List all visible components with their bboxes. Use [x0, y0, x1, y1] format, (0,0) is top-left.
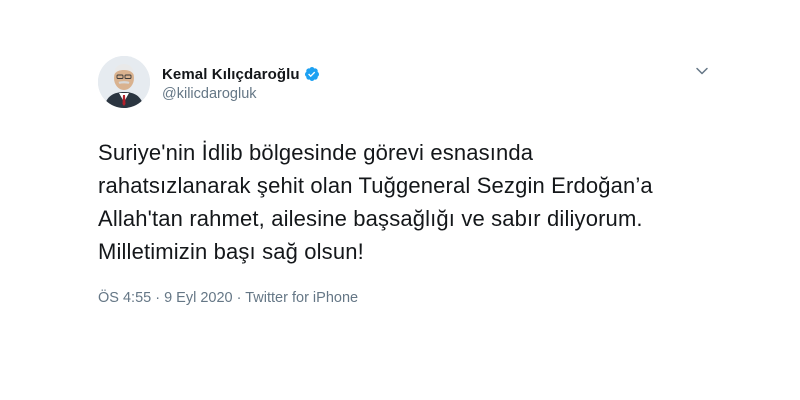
tweet-page: Kemal Kılıçdaroğlu @kilicdarogluk Suriye…	[0, 0, 800, 400]
tweet-text: Suriye'nin İdlib bölgesinde görevi esnas…	[98, 136, 723, 268]
meta-separator: ·	[151, 290, 165, 306]
tweet-time-link[interactable]: ÖS 4:55	[98, 290, 151, 306]
tweet-text-line: Milletimizin başı sağ olsun!	[98, 239, 364, 264]
tweet-card: Kemal Kılıçdaroğlu @kilicdarogluk Suriye…	[98, 56, 723, 306]
verified-badge-icon	[304, 66, 320, 82]
tweet-text-line: rahatsızlanarak şehit olan Tuğgeneral Se…	[98, 173, 653, 198]
meta-separator: ·	[232, 290, 246, 306]
tweet-header: Kemal Kılıçdaroğlu @kilicdarogluk	[98, 56, 723, 118]
display-name[interactable]: Kemal Kılıçdaroğlu	[162, 66, 300, 83]
avatar-image	[98, 56, 150, 108]
tweet-text-line: Suriye'nin İdlib bölgesinde görevi esnas…	[98, 140, 534, 165]
tweet-text-line: Allah'tan rahmet, ailesine başsağlığı ve…	[98, 206, 643, 231]
avatar[interactable]	[98, 56, 150, 108]
display-name-row: Kemal Kılıçdaroğlu	[162, 64, 320, 84]
author-names: Kemal Kılıçdaroğlu @kilicdarogluk	[162, 64, 320, 102]
chevron-down-icon[interactable]	[695, 64, 709, 78]
tweet-metadata: ÖS 4:55 · 9 Eyl 2020 · Twitter for iPhon…	[98, 290, 723, 306]
tweet-source-link[interactable]: Twitter for iPhone	[245, 290, 358, 306]
handle[interactable]: @kilicdarogluk	[162, 86, 320, 102]
tweet-date-link[interactable]: 9 Eyl 2020	[164, 290, 233, 306]
